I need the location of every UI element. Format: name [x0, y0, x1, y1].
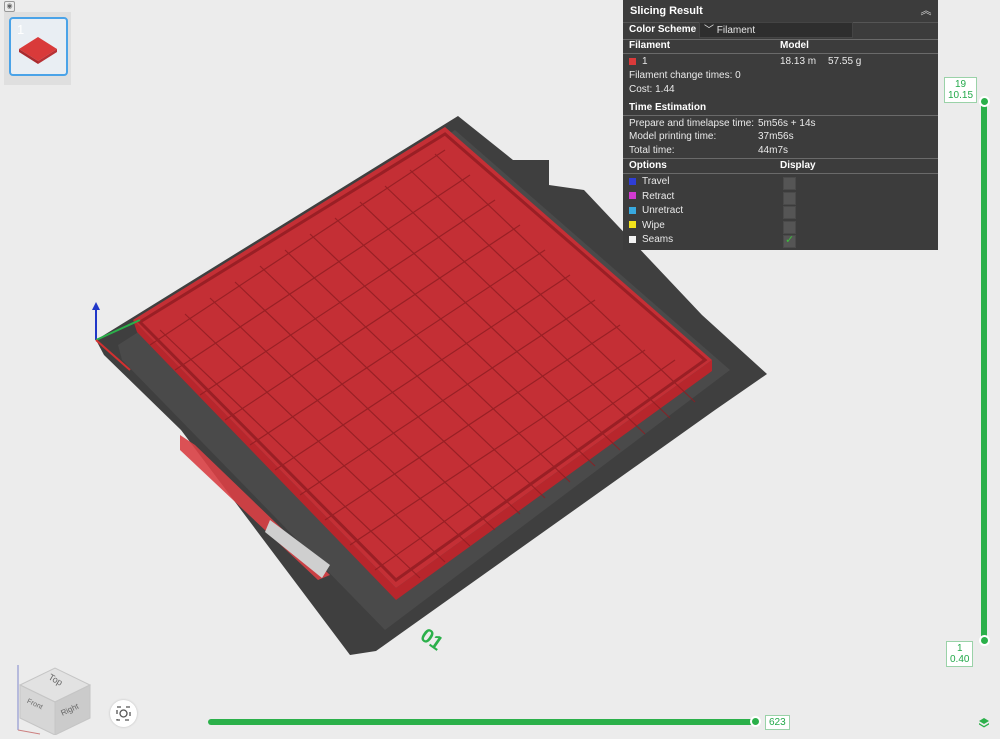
option-color-swatch [629, 221, 636, 229]
display-header: Display [780, 160, 816, 171]
move-slider-handle[interactable] [750, 716, 761, 727]
total-value: 44m7s [758, 145, 789, 156]
move-slider-value: 623 [765, 715, 790, 730]
option-row-retract: Retract [629, 191, 674, 202]
model-length: 18.13 m [780, 56, 817, 67]
change-times-value: 0 [735, 70, 741, 81]
option-color-swatch [629, 192, 636, 200]
display-checkbox-seams[interactable] [783, 233, 796, 248]
option-row-seams: Seams [629, 234, 673, 245]
plate-number: 1 [17, 22, 25, 37]
display-checkbox-travel[interactable] [783, 177, 796, 190]
bottom-layer-height: 0.40 [950, 654, 970, 665]
top-layer-number: 19 [954, 79, 967, 90]
view-cube[interactable]: Top Front Right [10, 650, 95, 735]
display-checkbox-unretract[interactable] [783, 206, 796, 219]
option-row-wipe: Wipe [629, 220, 665, 231]
model-header: Model [780, 40, 809, 51]
option-label: Retract [642, 190, 675, 202]
display-checkbox-wipe[interactable] [783, 220, 796, 234]
option-label: Unretract [642, 205, 684, 216]
plate-list: 1 [4, 12, 71, 85]
model-time-value: 37m56s [758, 131, 794, 142]
filament-row: 1 [629, 56, 648, 67]
option-label: Wipe [642, 219, 665, 231]
color-scheme-select[interactable]: ﹀ Filament [699, 22, 853, 38]
bed-label: 01 [416, 624, 447, 655]
bottom-layer-number: 1 [956, 643, 963, 654]
display-checkbox-retract[interactable] [783, 191, 796, 205]
bottom-layer-label: 1 0.40 [946, 641, 974, 667]
layers-icon[interactable] [978, 717, 990, 729]
options-header: Options [629, 160, 667, 171]
model-weight: 57.55 g [828, 56, 862, 67]
layer-slider-top-handle[interactable] [979, 96, 990, 107]
cost: Cost: 1.44 [629, 84, 675, 95]
recenter-view-button[interactable] [110, 700, 137, 727]
option-label: Seams [642, 234, 674, 245]
top-layer-height: 10.15 [948, 90, 974, 101]
focus-icon [116, 706, 131, 721]
plate-thumbnail[interactable]: 1 [9, 17, 68, 76]
chevron-down-icon: ﹀ [704, 25, 714, 36]
prepare-value: 5m56s + 14s [758, 118, 816, 129]
layer-slider-bottom-handle[interactable] [979, 635, 990, 646]
color-scheme-value: Filament [716, 25, 756, 36]
option-label: Travel [642, 176, 670, 187]
layer-slider-track[interactable] [981, 100, 987, 641]
option-row-unretract: Unretract [629, 205, 683, 216]
collapse-icon[interactable]: ︽ [919, 4, 933, 18]
cost-value: 1.44 [655, 84, 675, 95]
prepare-label: Prepare and timelapse time: [629, 118, 755, 129]
total-label: Total time: [629, 145, 675, 156]
filament-color-swatch [629, 57, 636, 65]
option-color-swatch [629, 206, 636, 214]
filament-id: 1 [642, 56, 648, 67]
option-row-travel: Travel [629, 176, 669, 187]
cost-label: Cost: [629, 84, 653, 95]
eye-icon[interactable]: ◉ [4, 1, 15, 12]
filament-header: Filament [629, 40, 671, 51]
color-scheme-label: Color Scheme [629, 24, 697, 35]
change-times: Filament change times: 0 [629, 70, 741, 81]
option-color-swatch [629, 235, 636, 243]
change-times-label: Filament change times: [629, 70, 733, 81]
time-header: Time Estimation [629, 102, 707, 113]
slicing-result-panel: Slicing Result ︽ Color Scheme ﹀ Filament… [623, 0, 938, 250]
option-color-swatch [629, 177, 636, 185]
panel-title: Slicing Result [623, 0, 938, 23]
move-slider-track[interactable] [208, 719, 756, 725]
top-layer-label: 19 10.15 [944, 77, 978, 103]
model-time-label: Model printing time: [629, 131, 717, 142]
